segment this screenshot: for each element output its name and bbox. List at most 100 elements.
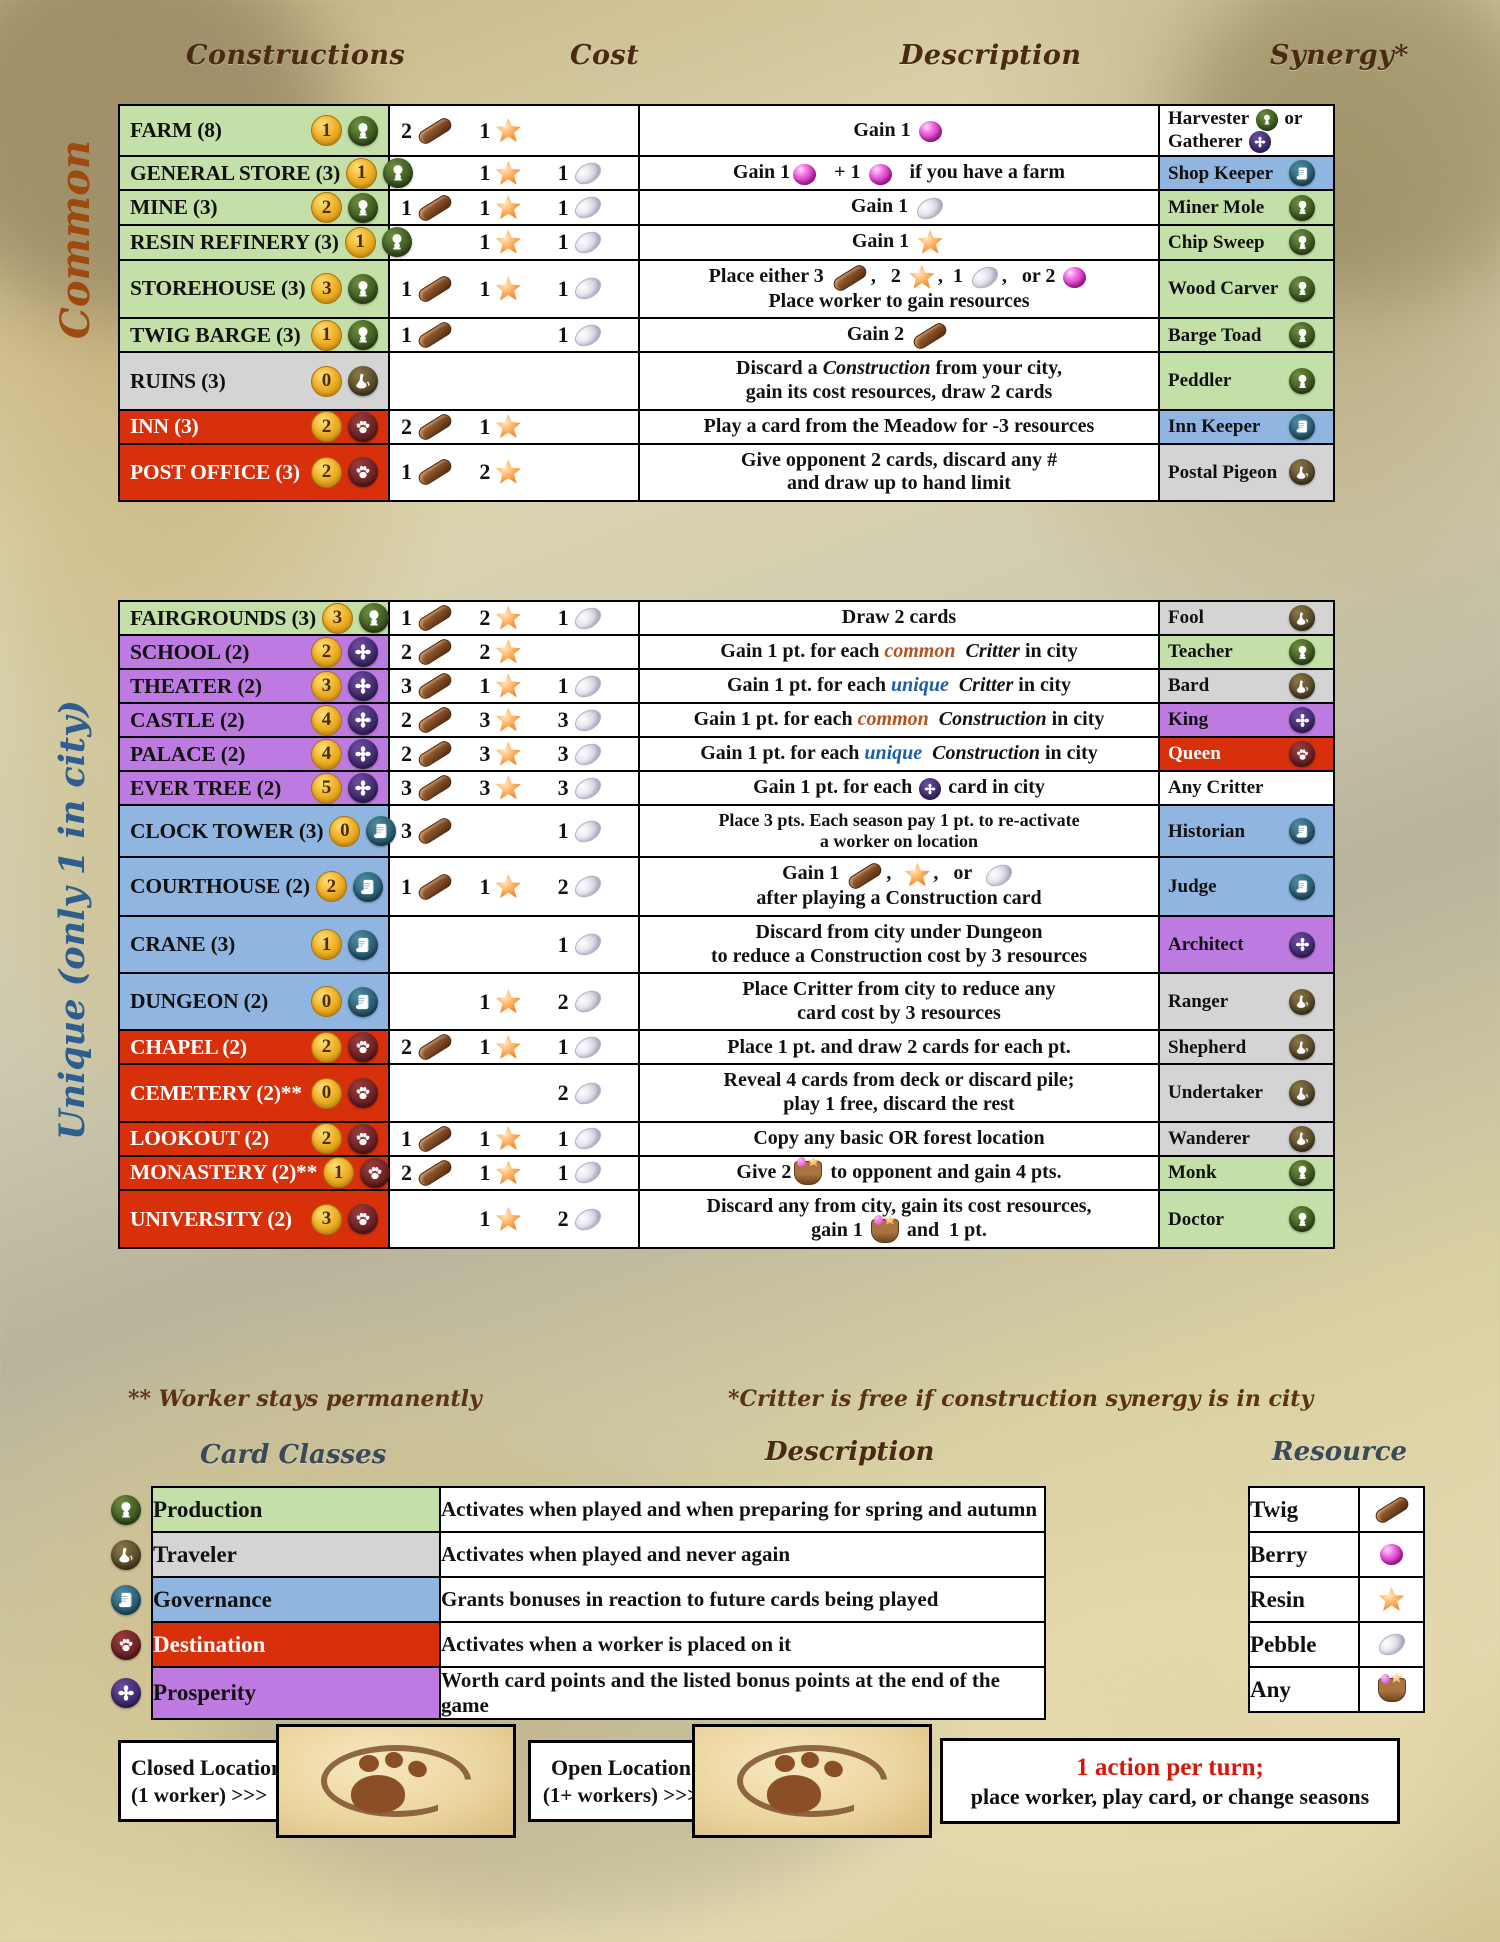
header-constructions: Constructions	[186, 40, 406, 71]
cost-amount: 3	[479, 707, 491, 732]
cost-amount: 2	[557, 1080, 569, 1106]
governance-class-icon	[1289, 873, 1315, 900]
cost-amount: 2	[557, 1206, 569, 1232]
table-row[interactable]: CASTLE (2) 4 2 3 3 Gain 1 pt. for each common…	[118, 702, 1335, 738]
cost-slot: 1	[476, 118, 551, 144]
table-row[interactable]: PALACE (2) 4 2 3 3 Gain 1 pt. for each unique…	[118, 736, 1335, 772]
table-row[interactable]: FAIRGROUNDS (3) 3 1 2 1 Draw 2 cards Fool	[118, 600, 1335, 636]
twig-resource-icon	[416, 815, 454, 847]
resin-resource-icon	[495, 874, 521, 899]
card-synergy-cell: Wanderer	[1158, 1120, 1335, 1157]
card-synergy-cell: Harvester or Gatherer	[1158, 103, 1335, 158]
cost-amount: 3	[557, 741, 569, 766]
table-row[interactable]: EVER TREE (2) 5 3 3 3 Gain 1 pt. for each car…	[118, 770, 1335, 806]
cost-slot: 1	[398, 456, 473, 488]
legend-class-name: Governance	[151, 1576, 441, 1623]
cost-slot: 2	[398, 1031, 473, 1063]
resin-resource-icon	[495, 707, 521, 732]
table-row[interactable]: INN (3) 2 2 1 Play a card from the Meadow fo…	[118, 408, 1335, 445]
traveler-class-icon	[1289, 988, 1315, 1015]
prosperity-class-icon	[348, 773, 378, 803]
card-synergy-cell: Postal Pigeon	[1158, 442, 1335, 502]
cost-amount: 3	[479, 775, 491, 800]
resource-row: Any	[1248, 1666, 1425, 1713]
card-points-coin: 2	[311, 636, 342, 668]
resource-legend-table: Twig Berry Resin Pebble Any	[1248, 1486, 1425, 1713]
table-row[interactable]: MINE (3) 2 1 1 1 Gain 1 Miner Mole	[118, 189, 1335, 226]
twig-resource-icon	[416, 411, 454, 443]
table-row[interactable]: GENERAL STORE (3) 1 1 1 Gain 1 + 1 if you ha…	[118, 155, 1335, 192]
table-row[interactable]: LOOKOUT (2) 2 1 1 1 Copy any basic OR forest …	[118, 1120, 1335, 1157]
card-synergy-cell: King	[1158, 702, 1335, 738]
pebble-resource-icon	[570, 929, 605, 960]
synergy-critter-name: Shepherd	[1168, 1036, 1247, 1058]
destination-class-icon	[348, 1032, 378, 1063]
table-row[interactable]: UNIVERSITY (2) 3 1 2 Discard any from city, …	[118, 1189, 1335, 1250]
twig-resource-icon	[416, 738, 454, 770]
cost-amount: 2	[401, 639, 412, 664]
card-description-cell: Gain 1 pt. for each common Critter in ci…	[638, 634, 1160, 670]
production-class-icon	[1289, 368, 1315, 395]
pebble-resource-icon	[570, 1157, 605, 1189]
cost-slot: 1	[476, 1126, 551, 1152]
table-row[interactable]: CRANE (3) 1 1 Discard from city under Dunge…	[118, 915, 1335, 975]
resin-resource-icon	[495, 1126, 521, 1151]
card-description: Place 3 pts. Each season pay 1 pt. to re…	[718, 810, 1080, 852]
cost-amount: 2	[557, 873, 569, 899]
table-row[interactable]: FARM (8) 1 2 1 Gain 1 Harvester or Gatherer	[118, 103, 1335, 158]
table-row[interactable]: TWIG BARGE (3) 1 1 1 Gain 2 Barge Toad	[118, 317, 1335, 354]
synergy-critter-name: Wanderer	[1168, 1127, 1250, 1149]
card-cost-cell: 11	[388, 155, 640, 192]
legend-row: Prosperity Worth card points and the list…	[110, 1666, 1046, 1720]
cost-slot: 2	[555, 986, 630, 1018]
legend-class-description: Activates when a worker is placed on it	[439, 1621, 1046, 1668]
card-name: LOOKOUT (2)	[130, 1126, 269, 1151]
table-row[interactable]: MONASTERY (2)** 1 2 1 1 Give 2 to opponent an…	[118, 1154, 1335, 1192]
card-description-cell: Gain 2	[638, 317, 1160, 354]
table-row[interactable]: RESIN REFINERY (3) 1 1 1 Gain 1 Chip Sweep	[118, 223, 1335, 261]
table-row[interactable]: STOREHOUSE (3) 3 1 1 1 Place either 3 , 2 , 1…	[118, 258, 1335, 320]
table-row[interactable]: POST OFFICE (3) 2 1 2 Give opponent 2 cards,…	[118, 442, 1335, 502]
table-row[interactable]: DUNGEON (2) 0 1 2 Place Critter from city to…	[118, 972, 1335, 1032]
legend-class-name: Prosperity	[151, 1666, 441, 1720]
table-row[interactable]: COURTHOUSE (2) 2 1 1 2 Gain 1 , , or after pl…	[118, 856, 1335, 918]
cost-amount: 1	[557, 673, 569, 698]
card-description-cell: Give opponent 2 cards, discard any # and …	[638, 442, 1160, 502]
resin-resource-icon	[495, 118, 521, 143]
card-description: Gain 1 + 1 if you have a farm	[732, 161, 1066, 185]
header-description: Description	[900, 40, 1082, 71]
card-description: Gain 1 pt. for each card in city	[753, 776, 1045, 800]
card-description-cell: Gain 1	[638, 103, 1160, 158]
card-description: Play a card from the Meadow for -3 resou…	[703, 414, 1095, 437]
cost-amount: 1	[479, 413, 491, 439]
legend-icon-cell	[110, 1487, 152, 1532]
card-name-cell: MONASTERY (2)** 1	[118, 1154, 391, 1192]
table-row[interactable]: SCHOOL (2) 2 2 2 Gain 1 pt. for each common …	[118, 634, 1335, 670]
table-row[interactable]: CHAPEL (2) 2 2 1 1 Place 1 pt. and draw 2 car…	[118, 1029, 1335, 1066]
twig-resource-icon	[416, 1157, 454, 1189]
card-cost-cell: 1	[388, 915, 640, 975]
governance-class-icon	[1289, 818, 1315, 845]
synergy-critter-name: Chip Sweep	[1168, 231, 1265, 253]
table-row[interactable]: CLOCK TOWER (3) 0 3 1 Place 3 pts. Each seas…	[118, 803, 1335, 859]
card-synergy-cell: Wood Carver	[1158, 258, 1335, 320]
table-row[interactable]: THEATER (2) 3 3 1 1 Gain 1 pt. for each uniqu…	[118, 668, 1335, 704]
cost-amount: 3	[401, 673, 412, 698]
cost-amount: 1	[479, 988, 491, 1014]
prosperity-class-icon	[1289, 931, 1315, 958]
resource-name: Berry	[1248, 1531, 1360, 1578]
resin-resource-icon	[495, 1206, 521, 1231]
card-points-coin: 4	[311, 738, 342, 770]
cost-amount: 3	[401, 775, 412, 800]
cost-slot: 1	[398, 192, 473, 224]
synergy-critter-name: Queen	[1168, 743, 1221, 765]
card-description-cell: Gain 1 pt. for each common Construction …	[638, 702, 1160, 738]
cost-amount: 1	[557, 605, 569, 630]
card-synergy-cell: Bard	[1158, 668, 1335, 704]
synergy-critter-name: Monk	[1168, 1162, 1217, 1184]
card-cost-cell: 12	[388, 442, 640, 502]
table-row[interactable]: CEMETERY (2)** 0 2 Reveal 4 cards from deck…	[118, 1063, 1335, 1123]
table-row[interactable]: RUINS (3) 0 Discard a Construction from yo…	[118, 351, 1335, 411]
card-cost-cell: 1 2 1	[388, 600, 640, 636]
card-name-cell: EVER TREE (2) 5	[118, 770, 390, 806]
